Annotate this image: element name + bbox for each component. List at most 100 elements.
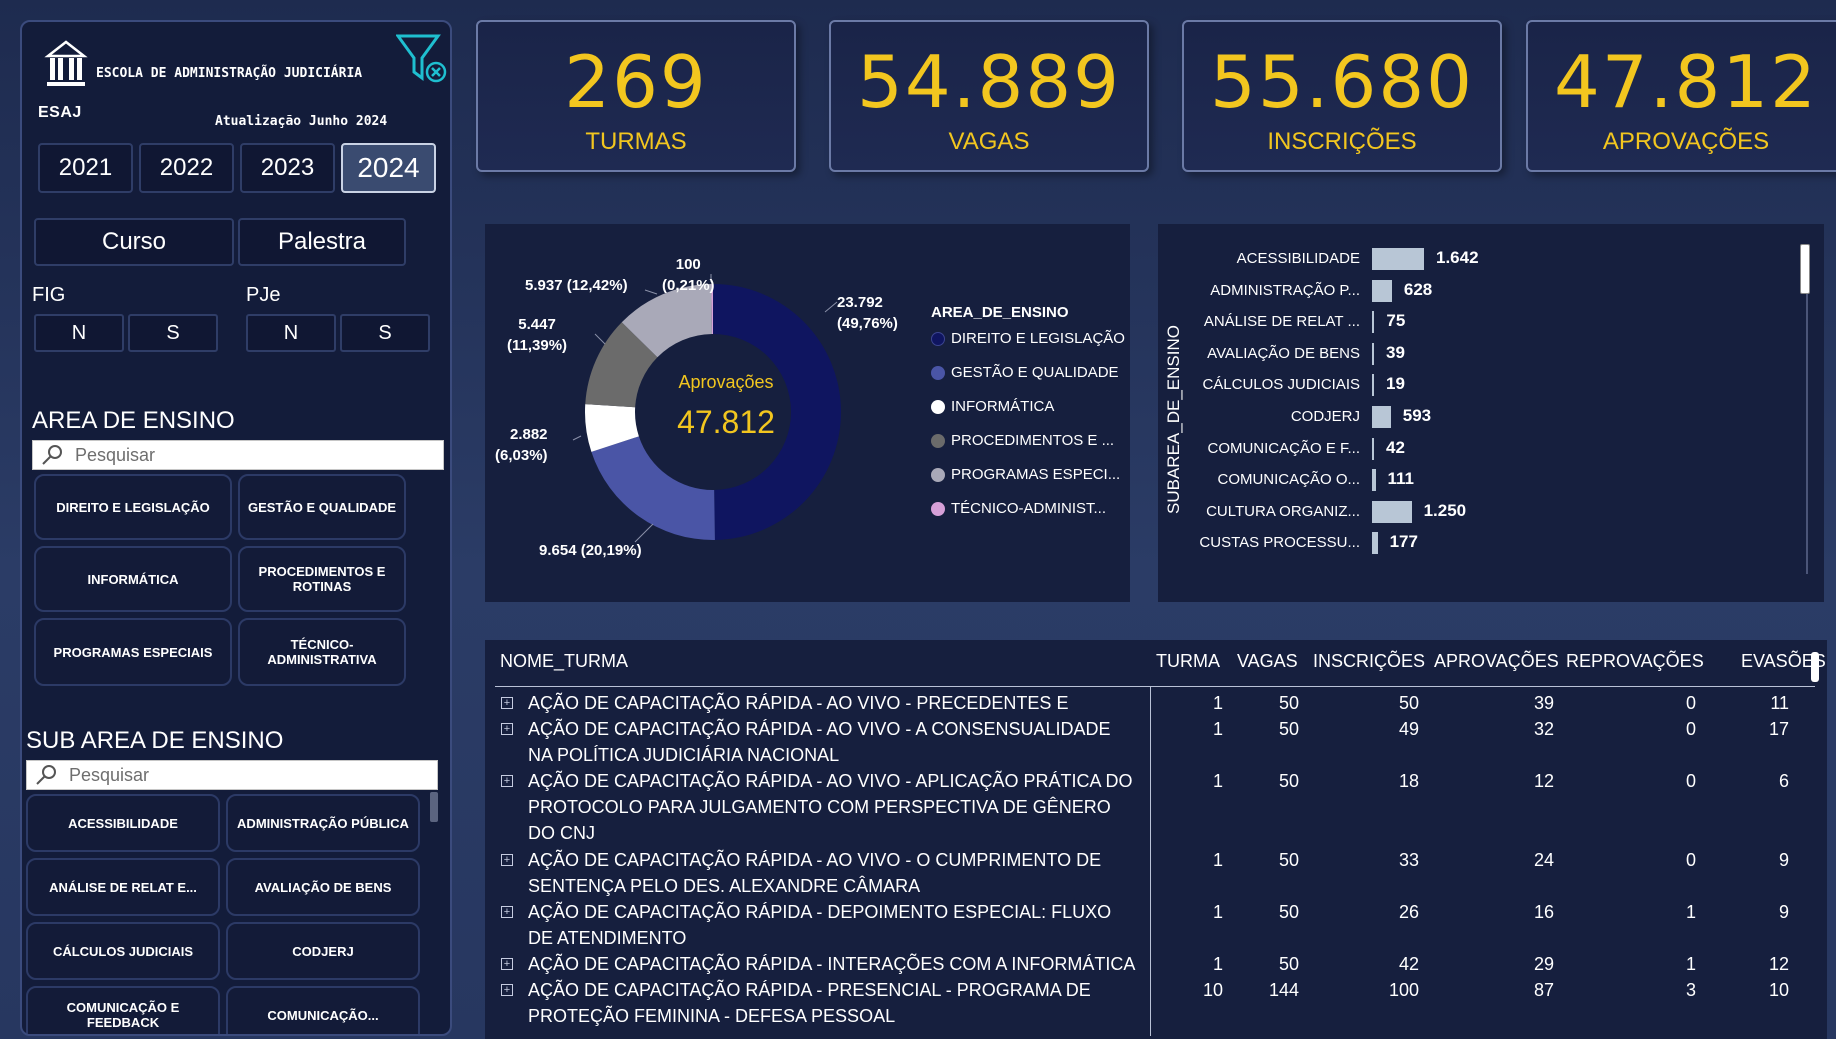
legend-item-informatica[interactable]: INFORMÁTICA	[931, 398, 1054, 415]
table-cell-inscricoes: 50	[1398, 693, 1419, 713]
palestra-button[interactable]: Palestra	[238, 218, 406, 266]
table-cell-aprovacoes: 24	[1533, 850, 1554, 870]
bar-comunica-o-o-[interactable]	[1372, 469, 1376, 492]
fig-n-toggle[interactable]: N	[34, 314, 124, 352]
table-cell-turma: 1	[1212, 850, 1223, 870]
bar-axis-title: SUBAREA_DE_ENSINO	[1164, 325, 1183, 514]
curso-button[interactable]: Curso	[34, 218, 234, 266]
legend-title: AREA_DE_ENSINO	[931, 304, 1069, 321]
table-cell-nome: AÇÃO DE CAPACITAÇÃO RÁPIDA - PRESENCIAL …	[528, 980, 1091, 1026]
col-header-reprovacoes[interactable]: REPROVAÇÕES	[1566, 651, 1704, 672]
bar-c-lculos-judiciais[interactable]	[1372, 374, 1374, 397]
slice-label-gestao: 9.654 (20,19%)	[539, 542, 642, 559]
subarea-chip-calculos[interactable]: CÁLCULOS JUDICIAIS	[26, 922, 220, 980]
kpi-value: 47.812	[1554, 40, 1818, 124]
col-header-vagas[interactable]: VAGAS	[1237, 651, 1298, 672]
table-cell-reprovacoes: 3	[1685, 980, 1696, 1000]
subarea-chip-comunicacao[interactable]: COMUNICAÇÃO...	[226, 986, 420, 1034]
area-chip-informatica[interactable]: INFORMÁTICA	[34, 546, 232, 612]
bar-chart: ACESSIBILIDADE 1.642 ADMINISTRAÇÃO P... 628…	[1198, 248, 1798, 588]
subarea-chip-acessibilidade[interactable]: ACESSIBILIDADE	[26, 794, 220, 852]
year-2024-button[interactable]: 2024	[341, 143, 436, 193]
kpi-value: 54.889	[857, 40, 1121, 124]
filter-sidebar: ESAJ ESCOLA DE ADMINISTRAÇÃO JUDICIÁRIA …	[20, 20, 452, 1036]
subarea-chip-codjerj[interactable]: CODJERJ	[226, 922, 420, 980]
bar-comunica-o-e-f-[interactable]	[1372, 437, 1374, 460]
expand-row-icon[interactable]: +	[501, 723, 513, 735]
expand-row-icon[interactable]: +	[501, 775, 513, 787]
bar-category-label: AVALIAÇÃO DE BENS	[1207, 344, 1360, 362]
bar-codjerj[interactable]	[1372, 406, 1391, 428]
legend-label: INFORMÁTICA	[951, 398, 1055, 415]
slice-leader-line	[572, 435, 582, 441]
area-chip-gestao[interactable]: GESTÃO E QUALIDADE	[238, 474, 406, 540]
bar-value-label: 1.642	[1436, 248, 1479, 267]
bar-value-label: 593	[1402, 406, 1432, 425]
area-chip-tecnico[interactable]: TÉCNICO-ADMINISTRATIVA	[238, 618, 406, 686]
donut-center-value: 47.812	[677, 404, 775, 440]
col-header-aprovacoes[interactable]: APROVAÇÕES	[1434, 651, 1559, 672]
slice-leader-line	[644, 289, 658, 295]
bar-cultura-organiz-[interactable]	[1372, 500, 1412, 523]
legend-dot	[931, 399, 945, 414]
bar-custas-processu-[interactable]	[1372, 532, 1378, 555]
col-header-nome[interactable]: NOME_TURMA	[500, 651, 628, 672]
bar-category-label: ACESSIBILIDADE	[1236, 250, 1360, 267]
expand-row-icon[interactable]: +	[501, 984, 513, 996]
legend-item-programas[interactable]: PROGRAMAS ESPECI...	[931, 466, 1120, 483]
legend-label: DIREITO E LEGISLAÇÃO	[951, 330, 1125, 347]
table-cell-turma: 1	[1212, 693, 1223, 713]
pje-n-toggle[interactable]: N	[246, 314, 336, 352]
expand-row-icon[interactable]: +	[501, 958, 513, 970]
legend-item-direito[interactable]: DIREITO E LEGISLAÇÃO	[931, 330, 1125, 347]
table-cell-evasoes: 9	[1778, 850, 1789, 870]
area-chip-direito[interactable]: DIREITO E LEGISLAÇÃO	[34, 474, 232, 540]
subarea-chip-analise[interactable]: ANÁLISE DE RELAT E...	[26, 858, 220, 916]
subarea-scrollbar[interactable]	[430, 792, 438, 822]
kpi-inscricoes: 55.680 INSCRIÇÕES	[1182, 20, 1502, 172]
area-search-placeholder: Pesquisar	[75, 444, 156, 465]
pje-s-toggle[interactable]: S	[340, 314, 430, 352]
year-2023-button[interactable]: 2023	[240, 143, 335, 193]
bar-category-label: CULTURA ORGANIZ...	[1206, 502, 1360, 520]
slice-label-programas: 5.937 (12,42%)	[525, 277, 628, 294]
subarea-chip-avaliacao[interactable]: AVALIAÇÃO DE BENS	[226, 858, 420, 916]
table-cell-vagas: 144	[1268, 980, 1299, 1000]
table-cell-inscricoes: 26	[1398, 902, 1419, 922]
bar-category-label: COMUNICAÇÃO O...	[1217, 471, 1360, 489]
year-2021-button[interactable]: 2021	[38, 143, 133, 193]
year-2022-button[interactable]: 2022	[139, 143, 234, 193]
fig-s-toggle[interactable]: S	[128, 314, 218, 352]
clear-filter-icon[interactable]	[396, 32, 450, 88]
expand-row-icon[interactable]: +	[501, 906, 513, 918]
table-cell-nome: AÇÃO DE CAPACITAÇÃO RÁPIDA - DEPOIMENTO …	[528, 902, 1112, 948]
subarea-chip-administracao[interactable]: ADMINISTRAÇÃO PÚBLICA	[226, 794, 420, 852]
bar-value-label: 177	[1389, 532, 1418, 552]
subarea-chip-comunicacao-feedback[interactable]: COMUNICAÇÃO E FEEDBACK	[26, 986, 220, 1034]
table-cell-nome: AÇÃO DE CAPACITAÇÃO RÁPIDA - AO VIVO - A…	[528, 771, 1133, 843]
subarea-search-input[interactable]: Pesquisar	[26, 760, 438, 790]
expand-row-icon[interactable]: +	[501, 854, 513, 866]
legend-item-tecnico[interactable]: TÉCNICO-ADMINIST...	[931, 500, 1106, 517]
col-header-evasoes[interactable]: EVASÕES	[1741, 651, 1826, 672]
col-header-inscricoes[interactable]: INSCRIÇÕES	[1313, 651, 1425, 672]
bar-acessibilidade[interactable]	[1372, 248, 1424, 270]
expand-row-icon[interactable]: +	[501, 697, 513, 709]
area-chip-programas[interactable]: PROGRAMAS ESPECIAIS	[34, 618, 232, 686]
legend-item-gestao[interactable]: GESTÃO E QUALIDADE	[931, 364, 1119, 381]
bar-avalia-o-de-bens[interactable]	[1372, 342, 1374, 365]
bar-administra-o-p-[interactable]	[1372, 279, 1392, 302]
table-cell-evasoes: 12	[1768, 954, 1789, 974]
bar-an-lise-de-relat-[interactable]	[1372, 311, 1375, 334]
col-header-turma[interactable]: TURMA	[1156, 651, 1220, 672]
table-cell-inscricoes: 33	[1398, 850, 1419, 870]
legend-dot	[931, 433, 945, 448]
area-chip-procedimentos[interactable]: PROCEDIMENTOS E ROTINAS	[238, 546, 406, 612]
bar-chart-scrollbar[interactable]	[1800, 244, 1810, 294]
bar-value-label: 111	[1387, 469, 1415, 489]
table-cell-turma: 1	[1212, 771, 1223, 791]
area-search-input[interactable]: Pesquisar	[32, 440, 444, 470]
legend-item-procedimentos[interactable]: PROCEDIMENTOS E ...	[931, 432, 1114, 449]
table-cell-aprovacoes: 16	[1533, 902, 1554, 922]
table-cell-evasoes: 9	[1778, 902, 1789, 922]
